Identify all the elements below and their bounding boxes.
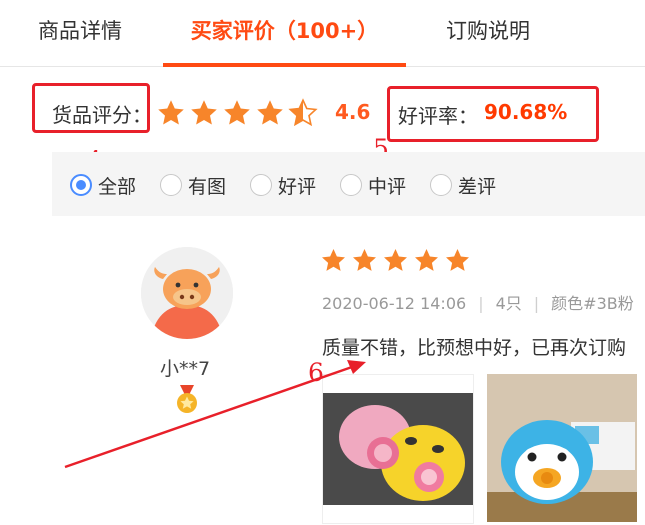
review-meta: 2020-06-12 14:06 | 4只 | 颜色#3B粉 (322, 290, 634, 314)
filter-neutral[interactable]: 中评 (340, 172, 406, 198)
review-date: 2020-06-12 14:06 (322, 294, 467, 313)
annotation-box-praise-rate (387, 86, 599, 142)
radio-icon[interactable] (430, 174, 452, 196)
filter-label: 差评 (458, 175, 497, 198)
toy-camera-photo-icon (323, 393, 473, 505)
filter-label: 有图 (188, 175, 227, 198)
review-filter-bar: 全部 有图 好评 中评 差评 (52, 152, 645, 216)
filter-label: 全部 (98, 175, 137, 198)
filter-negative[interactable]: 差评 (430, 172, 496, 198)
meta-divider: | (533, 294, 540, 313)
annotation-box-rating (32, 83, 150, 133)
review-color: 颜色#3B粉 (551, 294, 634, 313)
tab-product-details[interactable]: 商品详情 (38, 0, 122, 64)
filter-all[interactable]: 全部 (70, 172, 136, 198)
annotation-number-6: 6 (308, 358, 324, 387)
radio-icon[interactable] (250, 174, 272, 196)
reviewer-username: 小**7 (160, 358, 211, 380)
review-stars (320, 247, 471, 274)
star-icon (224, 100, 250, 125)
filter-with-photos[interactable]: 有图 (160, 172, 226, 198)
avatar (141, 247, 233, 339)
review-photo[interactable] (487, 374, 637, 522)
star-icon (415, 249, 438, 271)
review-quantity: 4只 (495, 294, 522, 313)
star-icon (322, 249, 345, 271)
star-icon (446, 249, 469, 271)
review-text: 质量不错，比预想中好，已再次订购 (322, 337, 627, 359)
radio-icon[interactable] (160, 174, 182, 196)
review-photo[interactable] (322, 374, 474, 524)
medal-icon (177, 385, 197, 413)
filter-positive[interactable]: 好评 (250, 172, 316, 198)
radio-icon[interactable] (340, 174, 362, 196)
ox-avatar-icon (141, 247, 233, 339)
star-icon (353, 249, 376, 271)
rating-stars (156, 98, 318, 128)
star-icon (191, 100, 217, 125)
star-icon (257, 100, 283, 125)
review-tabs: 商品详情 买家评价（100+） 订购说明 (0, 0, 645, 67)
star-icon (158, 100, 184, 125)
radio-checked-icon[interactable] (70, 174, 92, 196)
penguin-camera-photo-icon (487, 374, 637, 522)
star-icon (384, 249, 407, 271)
tab-buyer-reviews[interactable]: 买家评价（100+） (163, 0, 406, 67)
rating-score: 4.6 (335, 100, 371, 124)
filter-label: 中评 (368, 175, 407, 198)
tab-order-instructions[interactable]: 订购说明 (446, 0, 530, 64)
half-star-icon (288, 98, 318, 127)
filter-label: 好评 (278, 175, 317, 198)
meta-divider: | (478, 294, 484, 313)
